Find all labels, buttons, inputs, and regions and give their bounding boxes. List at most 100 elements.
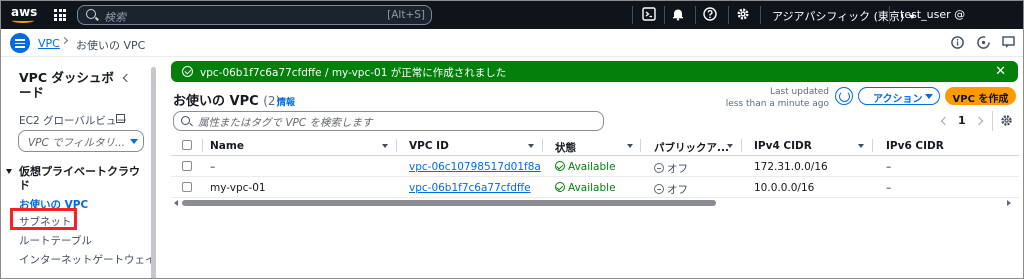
highlight-box — [10, 208, 77, 230]
scroll-right-icon[interactable] — [1007, 200, 1011, 206]
vpc-filter-select[interactable]: VPC でフィルタリ... — [18, 130, 144, 152]
off-icon — [654, 163, 664, 173]
settings-icon[interactable] — [1000, 114, 1013, 127]
search-icon — [181, 116, 190, 125]
nav-divider — [760, 6, 761, 24]
breadcrumb-bar: VPC お使いの VPC — [1, 29, 1023, 57]
nav-divider — [695, 6, 696, 24]
last-updated: Last updated less than a minute ago — [721, 86, 829, 110]
column-divider — [640, 139, 641, 152]
sort-icon[interactable] — [528, 144, 534, 148]
available-icon — [555, 182, 565, 192]
info-link[interactable]: 情報 — [277, 95, 295, 108]
cell-name: my-vpc-01 — [210, 182, 266, 194]
search-shortcut: [Alt+S] — [387, 9, 425, 21]
cell-public: オフ — [654, 161, 688, 176]
info-icon[interactable] — [951, 36, 964, 49]
public-text: オフ — [667, 184, 688, 196]
row-checkbox[interactable] — [182, 161, 192, 171]
chevron-down-icon — [925, 94, 933, 99]
vpc-filter-placeholder: VPC でフィルタリ... — [28, 137, 125, 149]
success-icon — [182, 66, 193, 77]
current-page[interactable]: 1 — [958, 114, 966, 127]
column-header-state[interactable]: 状態 — [555, 140, 576, 155]
column-header-public[interactable]: パブリックア... — [654, 140, 729, 155]
table-header: Name VPC ID 状態 パブリックア... IPv4 CIDR IPv6 … — [171, 135, 1019, 156]
cloudshell-icon[interactable] — [642, 7, 656, 21]
external-link-icon — [116, 114, 125, 123]
sidebar-item-internet-gateways[interactable]: インターネットゲートウェイ — [19, 252, 156, 267]
row-checkbox[interactable] — [182, 182, 192, 192]
column-header-ipv4-cidr[interactable]: IPv4 CIDR — [754, 140, 812, 152]
nav-divider — [728, 6, 729, 24]
page-frame: aws 検索 [Alt+S] アジアパシフィック (東京) test_user … — [0, 0, 1024, 279]
sidebar-scrollbar[interactable] — [151, 67, 156, 278]
success-flash: vpc-06b1f7c6a77cfdffe / my-vpc-01 が正常に作成… — [171, 61, 1018, 82]
refresh-icon[interactable] — [835, 87, 853, 105]
region-label: アジアパシフィック (東京) — [772, 10, 905, 23]
column-divider — [741, 139, 742, 152]
state-text: Available — [568, 182, 616, 194]
off-icon — [654, 184, 664, 194]
column-header-vpc-id[interactable]: VPC ID — [409, 140, 449, 152]
aws-logo[interactable]: aws — [11, 5, 39, 25]
cell-public: オフ — [654, 182, 688, 197]
table-row[interactable]: my-vpc-01 vpc-06b1f7c6a77cfdffe Availabl… — [171, 177, 1019, 198]
flash-message: vpc-06b1f7c6a77cfdffe / my-vpc-01 が正常に作成… — [200, 67, 507, 79]
aws-logo-text: aws — [11, 5, 38, 19]
gear-icon[interactable] — [736, 7, 750, 21]
services-grid-icon[interactable] — [54, 9, 66, 21]
actions-label: アクション — [873, 94, 923, 105]
column-header-name[interactable]: Name — [210, 140, 244, 152]
close-icon[interactable]: ✕ — [995, 64, 1006, 79]
actions-button[interactable]: アクション — [858, 87, 940, 105]
region-selector[interactable]: アジアパシフィック (東京) — [772, 8, 916, 24]
sort-icon[interactable] — [858, 144, 864, 148]
prev-page-icon[interactable] — [940, 116, 950, 126]
notification-icon[interactable] — [977, 36, 990, 49]
cell-ipv4-cidr: 172.31.0.0/16 — [754, 161, 828, 173]
search-icon — [86, 9, 96, 19]
menu-icon[interactable] — [10, 33, 30, 53]
account-menu[interactable]: test_user @ — [900, 8, 965, 21]
user-label: test_user @ — [900, 8, 966, 21]
select-all-checkbox[interactable] — [182, 140, 192, 150]
state-text: Available — [568, 161, 616, 173]
breadcrumb-vpc-link[interactable]: VPC — [38, 37, 60, 50]
column-divider — [542, 139, 543, 152]
column-header-ipv6-cidr[interactable]: IPv6 CIDR — [886, 140, 944, 152]
help-icon[interactable] — [703, 7, 717, 21]
nav-divider — [889, 6, 890, 24]
global-search-input[interactable]: 検索 [Alt+S] — [77, 5, 432, 25]
sidebar-title[interactable]: VPC ダッシュボード — [19, 70, 114, 100]
sort-icon[interactable] — [627, 144, 633, 148]
top-navigation: aws 検索 [Alt+S] アジアパシフィック (東京) test_user … — [1, 1, 1023, 29]
bell-icon[interactable] — [671, 7, 685, 21]
table-search-placeholder: 属性またはタグで VPC を検索します — [198, 117, 373, 129]
horizontal-scrollbar[interactable] — [182, 200, 716, 206]
sidebar-section-vpc[interactable]: 仮想プライベートクラウド — [6, 165, 147, 193]
cell-state: Available — [555, 182, 616, 194]
table-row[interactable]: – vpc-06c10798517d01f8a Available オフ 172… — [171, 156, 1019, 177]
cell-ipv6-cidr: – — [886, 182, 892, 194]
next-page-icon[interactable] — [974, 116, 984, 126]
table-search-input[interactable]: 属性またはタグで VPC を検索します — [173, 111, 604, 131]
available-icon — [555, 161, 565, 171]
last-updated-value: less than a minute ago — [725, 99, 829, 109]
sort-icon[interactable] — [727, 144, 733, 148]
chevron-down-icon — [130, 139, 138, 144]
column-divider — [202, 139, 203, 152]
scroll-left-icon[interactable] — [174, 200, 178, 206]
cell-vpc-id-link[interactable]: vpc-06c10798517d01f8a — [409, 161, 541, 173]
cell-vpc-id-link[interactable]: vpc-06b1f7c6a77cfdffe — [409, 182, 531, 194]
feedback-icon[interactable] — [1002, 36, 1015, 49]
column-divider — [396, 139, 397, 152]
cell-ipv4-cidr: 10.0.0.0/16 — [754, 182, 815, 194]
sort-icon[interactable] — [382, 144, 388, 148]
page-title-text: お使いの VPC — [173, 94, 259, 109]
sidebar-item-ec2-global-view[interactable]: EC2 グローバルビュー — [19, 113, 127, 128]
create-vpc-button[interactable]: VPC を作成 — [945, 87, 1016, 105]
nav-divider — [632, 6, 633, 24]
sidebar-item-route-tables[interactable]: ルートテーブル — [19, 233, 92, 248]
page-title: お使いの VPC (2) — [173, 90, 280, 109]
